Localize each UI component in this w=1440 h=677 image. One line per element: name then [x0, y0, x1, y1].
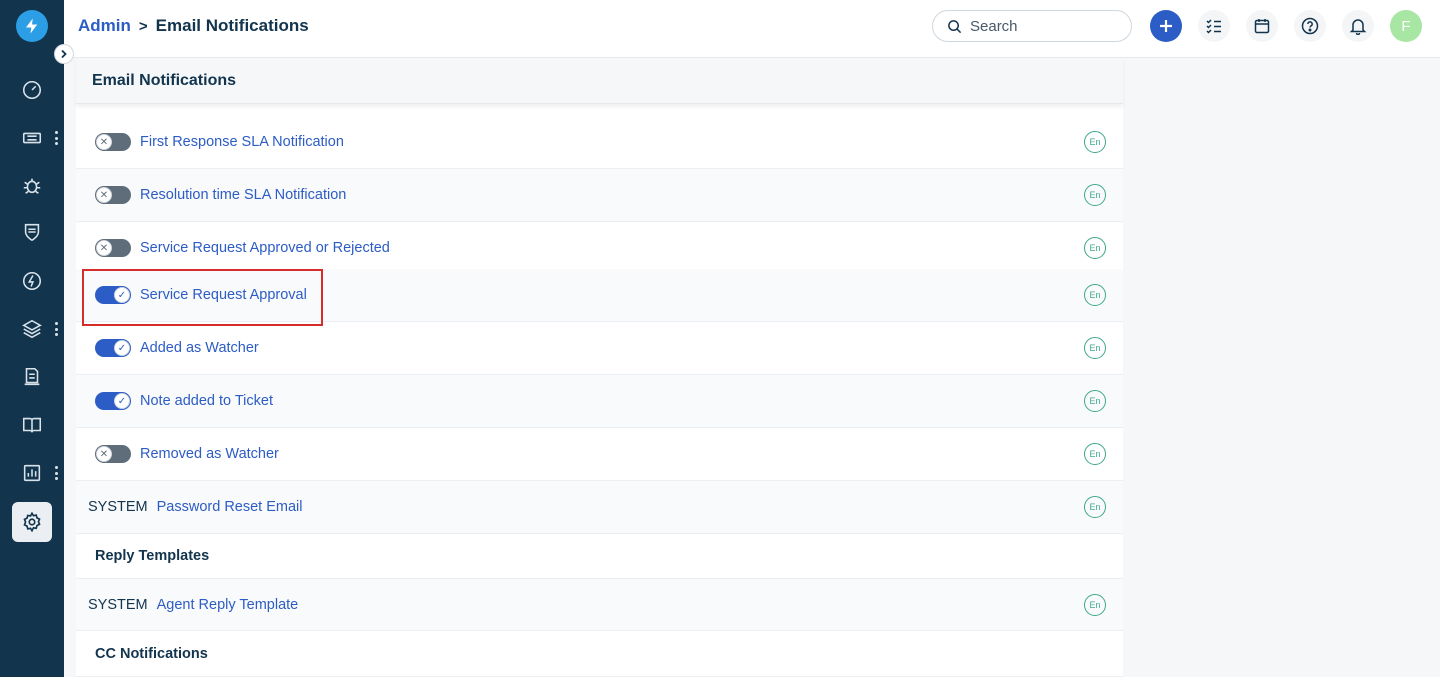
- releases-icon[interactable]: [12, 261, 52, 301]
- notification-link[interactable]: Resolution time SLA Notification: [140, 187, 346, 203]
- toggle-on-icon: ✓: [114, 340, 130, 356]
- notification-toggle[interactable]: ✕: [95, 186, 131, 204]
- notification-link[interactable]: Added as Watcher: [140, 340, 259, 356]
- system-notification-row: SYSTEM Password Reset Email En: [76, 481, 1123, 534]
- notification-toggle[interactable]: ✓: [95, 339, 131, 357]
- problems-icon[interactable]: [12, 165, 52, 205]
- notification-toggle[interactable]: ✕: [95, 239, 131, 257]
- toggle-off-icon: ✕: [96, 187, 112, 203]
- changes-icon[interactable]: [12, 212, 52, 252]
- search-input[interactable]: Search: [932, 10, 1132, 42]
- language-badge[interactable]: En: [1084, 184, 1106, 206]
- breadcrumb-separator: >: [138, 17, 148, 35]
- expand-nav-button[interactable]: [54, 44, 74, 64]
- add-icon: [1160, 20, 1172, 32]
- toggle-off-icon: ✕: [96, 134, 112, 150]
- section-heading-reply-templates: Reply Templates: [76, 534, 1123, 579]
- assets-more-icon[interactable]: [53, 322, 59, 336]
- notification-row: ✕ First Response SLA Notification En: [76, 116, 1123, 169]
- search-icon: [948, 19, 962, 33]
- notification-link[interactable]: Password Reset Email: [157, 499, 303, 515]
- notification-toggle[interactable]: ✕: [95, 445, 131, 463]
- section-heading-cc-notifications: CC Notifications: [76, 631, 1123, 677]
- notifications-button[interactable]: [1342, 10, 1374, 42]
- language-badge[interactable]: En: [1084, 337, 1106, 359]
- notification-row: ✓ Note added to Ticket En: [76, 375, 1123, 428]
- notification-toggle[interactable]: ✓: [95, 392, 131, 410]
- notification-link[interactable]: Note added to Ticket: [140, 393, 273, 409]
- tickets-more-icon[interactable]: [53, 131, 59, 145]
- toggle-on-icon: ✓: [114, 393, 130, 409]
- notification-link[interactable]: Service Request Approved or Rejected: [140, 240, 390, 256]
- notification-link[interactable]: First Response SLA Notification: [140, 134, 344, 150]
- language-badge[interactable]: En: [1084, 496, 1106, 518]
- contracts-icon[interactable]: [12, 357, 52, 397]
- highlight-box: [82, 269, 323, 326]
- bell-icon: [1349, 19, 1367, 35]
- notification-row: ✓ Added as Watcher En: [76, 322, 1123, 375]
- search-placeholder: Search: [970, 17, 1018, 35]
- notification-row: ✕ Removed as Watcher En: [76, 428, 1123, 481]
- tickets-icon[interactable]: [12, 118, 52, 158]
- help-button[interactable]: [1294, 10, 1326, 42]
- toggle-off-icon: ✕: [96, 240, 112, 256]
- help-icon: [1301, 17, 1319, 35]
- system-tag: SYSTEM: [88, 499, 148, 515]
- solutions-icon[interactable]: [12, 405, 52, 445]
- assets-icon[interactable]: [12, 309, 52, 349]
- admin-gear-icon[interactable]: [12, 502, 52, 542]
- todo-button[interactable]: [1198, 10, 1230, 42]
- notification-toggle[interactable]: ✕: [95, 133, 131, 151]
- calendar-icon: [1254, 19, 1270, 34]
- language-badge[interactable]: En: [1084, 131, 1106, 153]
- analytics-more-icon[interactable]: [53, 466, 59, 480]
- breadcrumb-admin-link[interactable]: Admin: [78, 16, 131, 36]
- todo-icon: [1206, 19, 1221, 34]
- analytics-icon[interactable]: [12, 453, 52, 493]
- breadcrumb: Admin > Email Notifications: [78, 16, 309, 36]
- dashboard-icon[interactable]: [12, 70, 52, 110]
- language-badge[interactable]: En: [1084, 390, 1106, 412]
- panel-title: Email Notifications: [76, 58, 1123, 104]
- scroll-gutter: [1123, 58, 1140, 677]
- notification-row: ✕ Resolution time SLA Notification En: [76, 169, 1123, 222]
- language-badge[interactable]: En: [1084, 284, 1106, 306]
- notification-row: ✕ Service Request Approved or Rejected E…: [76, 222, 1123, 275]
- add-button[interactable]: [1150, 10, 1182, 42]
- system-tag: SYSTEM: [88, 596, 148, 613]
- language-badge[interactable]: En: [1084, 593, 1106, 616]
- left-nav: [0, 0, 64, 677]
- right-pane: [1140, 58, 1440, 677]
- notification-link[interactable]: Removed as Watcher: [140, 446, 279, 462]
- top-header: Admin > Email Notifications Search F: [64, 0, 1440, 58]
- system-notification-row: SYSTEM Agent Reply Template En: [76, 579, 1123, 631]
- language-badge[interactable]: En: [1084, 237, 1106, 259]
- page-title: Email Notifications: [155, 16, 309, 35]
- notification-link[interactable]: Agent Reply Template: [157, 597, 299, 613]
- email-notifications-panel: Email Notifications ✕ First Response SLA…: [76, 58, 1123, 677]
- language-badge[interactable]: En: [1084, 443, 1106, 465]
- calendar-button[interactable]: [1246, 10, 1278, 42]
- avatar[interactable]: F: [1390, 10, 1422, 42]
- toggle-off-icon: ✕: [96, 446, 112, 462]
- logo-icon[interactable]: [16, 10, 48, 42]
